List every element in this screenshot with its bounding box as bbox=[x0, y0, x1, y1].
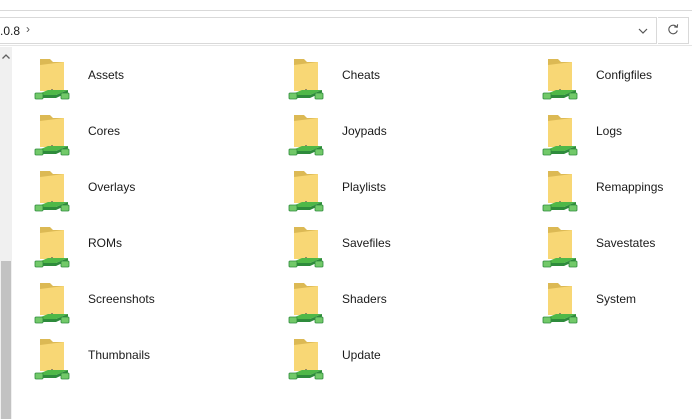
folder-item[interactable]: Savefiles bbox=[266, 215, 496, 268]
network-folder-icon bbox=[542, 225, 584, 269]
folder-item[interactable]: Overlays bbox=[12, 159, 242, 212]
folder-item[interactable]: Savestates bbox=[520, 215, 692, 268]
folder-label: Savefiles bbox=[342, 236, 391, 250]
refresh-button[interactable] bbox=[658, 17, 689, 44]
window-top-strip bbox=[0, 0, 692, 11]
network-folder-icon bbox=[34, 281, 76, 325]
folder-label: Cores bbox=[88, 124, 121, 138]
address-bar[interactable]: .0.8 › bbox=[0, 17, 657, 44]
folder-item[interactable]: Logs bbox=[520, 103, 692, 156]
folder-label: ROMs bbox=[88, 236, 122, 250]
network-folder-icon bbox=[288, 113, 330, 157]
folder-item[interactable]: Thumbnails bbox=[12, 327, 242, 380]
folder-label: System bbox=[596, 292, 637, 306]
folder-item[interactable]: ROMs bbox=[12, 215, 242, 268]
folder-grid: Assets Cheats Configfiles Cores Joypads Logs O… bbox=[12, 47, 692, 419]
folder-label: Cheats bbox=[342, 68, 381, 82]
folder-label: Update bbox=[342, 348, 381, 362]
folder-label: Assets bbox=[88, 68, 125, 82]
folder-item[interactable]: Shaders bbox=[266, 271, 496, 324]
address-row: .0.8 › bbox=[0, 12, 692, 46]
folder-item[interactable]: Joypads bbox=[266, 103, 496, 156]
network-folder-icon bbox=[34, 113, 76, 157]
chevron-down-icon[interactable] bbox=[630, 18, 656, 43]
breadcrumb-chevron-icon[interactable]: › bbox=[26, 22, 30, 36]
breadcrumb-path[interactable]: .0.8 bbox=[0, 24, 20, 38]
network-folder-icon bbox=[288, 225, 330, 269]
network-folder-icon bbox=[34, 225, 76, 269]
network-folder-icon bbox=[288, 57, 330, 101]
network-folder-icon bbox=[34, 57, 76, 101]
network-folder-icon bbox=[542, 57, 584, 101]
folder-label: Thumbnails bbox=[88, 348, 151, 362]
folder-label: Screenshots bbox=[88, 292, 155, 306]
network-folder-icon bbox=[542, 281, 584, 325]
vertical-scrollbar[interactable] bbox=[0, 47, 12, 419]
folder-item[interactable]: Update bbox=[266, 327, 496, 380]
network-folder-icon bbox=[34, 169, 76, 213]
folder-item[interactable]: Cores bbox=[12, 103, 242, 156]
network-folder-icon bbox=[34, 337, 76, 381]
network-folder-icon bbox=[542, 113, 584, 157]
folder-label: Savestates bbox=[596, 236, 656, 250]
folder-item[interactable]: Configfiles bbox=[520, 47, 692, 100]
folder-item[interactable]: System bbox=[520, 271, 692, 324]
folder-item[interactable]: Playlists bbox=[266, 159, 496, 212]
network-folder-icon bbox=[288, 169, 330, 213]
folder-item[interactable]: Cheats bbox=[266, 47, 496, 100]
folder-label: Logs bbox=[596, 124, 623, 138]
network-folder-icon bbox=[542, 169, 584, 213]
folder-label: Remappings bbox=[596, 180, 664, 194]
folder-label: Overlays bbox=[88, 180, 136, 194]
folder-label: Configfiles bbox=[596, 68, 653, 82]
folder-item[interactable]: Remappings bbox=[520, 159, 692, 212]
folder-item[interactable]: Screenshots bbox=[12, 271, 242, 324]
network-folder-icon bbox=[288, 281, 330, 325]
refresh-icon bbox=[667, 23, 679, 39]
folder-item[interactable]: Assets bbox=[12, 47, 242, 100]
folder-label: Playlists bbox=[342, 180, 387, 194]
scrollbar-thumb[interactable] bbox=[1, 261, 11, 419]
folder-label: Shaders bbox=[342, 292, 387, 306]
network-folder-icon bbox=[288, 337, 330, 381]
folder-label: Joypads bbox=[342, 124, 387, 138]
scroll-up-arrow-icon[interactable] bbox=[0, 50, 12, 62]
